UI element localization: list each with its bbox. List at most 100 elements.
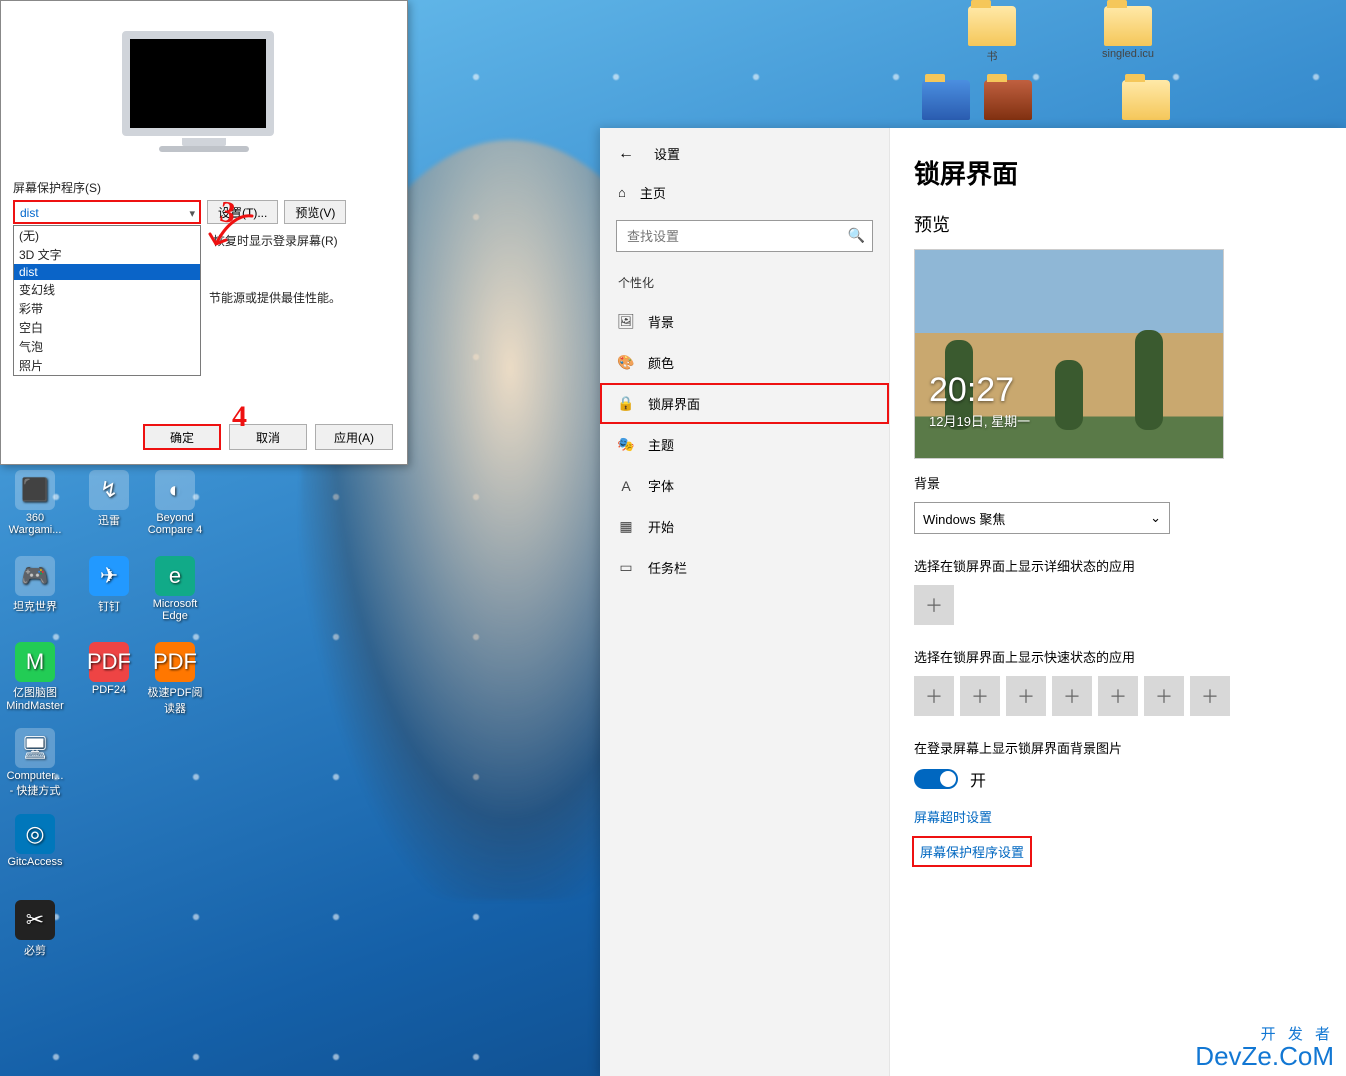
desktop-icon[interactable]: 🖥Computer... - 快捷方式 bbox=[4, 728, 66, 798]
app-icon: ◐ bbox=[155, 470, 195, 510]
settings-search[interactable]: 🔍 bbox=[616, 220, 873, 252]
desktop-icon-winrar[interactable] bbox=[972, 80, 1044, 122]
detail-app-label: 选择在锁屏界面上显示详细状态的应用 bbox=[914, 556, 1322, 575]
toggle-state: 开 bbox=[970, 767, 986, 791]
dropdown-option[interactable]: 照片 bbox=[14, 356, 200, 375]
folder-label: singled.icu bbox=[1092, 48, 1164, 60]
apply-button[interactable]: 应用(A) bbox=[315, 424, 393, 450]
theme-icon: 🎭 bbox=[618, 437, 634, 453]
archive-icon bbox=[984, 80, 1032, 120]
screensaver-section-label: 屏幕保护程序(S) bbox=[13, 179, 395, 196]
add-quick-app-button[interactable]: ＋ bbox=[1052, 676, 1092, 716]
screensaver-settings-link[interactable]: 屏幕保护程序设置 bbox=[914, 838, 1030, 865]
login-bg-toggle[interactable] bbox=[914, 769, 958, 789]
desktop-icon[interactable]: ✂必剪 bbox=[4, 900, 66, 958]
dropdown-option[interactable]: (无) bbox=[14, 226, 200, 245]
add-quick-app-button[interactable]: ＋ bbox=[1006, 676, 1046, 716]
desktop-folder-books[interactable]: 书 bbox=[956, 6, 1028, 64]
nav-fonts[interactable]: A字体 bbox=[600, 465, 889, 506]
picture-icon: 🖼 bbox=[618, 314, 634, 330]
monitor-preview bbox=[122, 31, 287, 161]
home-label: 主页 bbox=[640, 183, 666, 202]
background-label: 背景 bbox=[914, 473, 1322, 492]
desktop-icon[interactable]: ✈钉钉 bbox=[78, 556, 140, 614]
home-nav[interactable]: ⌂ 主页 bbox=[600, 173, 889, 212]
edge-icon: e bbox=[155, 556, 195, 596]
pdf-icon: PDF bbox=[155, 642, 195, 682]
start-icon: ▦ bbox=[618, 519, 634, 535]
ok-button[interactable]: 确定 bbox=[143, 424, 221, 450]
page-title: 锁屏界面 bbox=[914, 154, 1322, 191]
nav-start[interactable]: ▦开始 bbox=[600, 506, 889, 547]
desktop-icon[interactable]: PDFPDF24 bbox=[78, 642, 140, 696]
dropdown-option[interactable]: 气泡 bbox=[14, 337, 200, 356]
settings-nav: ← 设置 ⌂ 主页 🔍 个性化 🖼背景 🎨颜色 🔒锁屏界面 🎭主题 A字体 ▦开… bbox=[600, 128, 890, 1076]
add-quick-app-button[interactable]: ＋ bbox=[1190, 676, 1230, 716]
login-bg-label: 在登录屏幕上显示锁屏界面背景图片 bbox=[914, 738, 1322, 757]
settings-main: 锁屏界面 预览 20:27 12月19日, 星期一 背景 Windows 聚焦 … bbox=[890, 128, 1346, 1076]
app-icon: ◎ bbox=[15, 814, 55, 854]
desktop-icon[interactable]: PDF极速PDF阅读器 bbox=[144, 642, 206, 716]
nav-taskbar[interactable]: ▭任务栏 bbox=[600, 547, 889, 588]
nav-themes[interactable]: 🎭主题 bbox=[600, 424, 889, 465]
app-icon: ↯ bbox=[89, 470, 129, 510]
desktop-icon[interactable]: ⬛360 Wargami... bbox=[4, 470, 66, 536]
folder-icon bbox=[1122, 80, 1170, 120]
folder-label: 书 bbox=[956, 48, 1028, 64]
add-quick-app-button[interactable]: ＋ bbox=[1144, 676, 1184, 716]
nav-lockscreen[interactable]: 🔒锁屏界面 bbox=[600, 383, 889, 424]
annotation-4: 4 bbox=[232, 400, 247, 434]
monitor-screen bbox=[122, 31, 274, 136]
watermark: 开 发 者 DevZe.CoM bbox=[1195, 1027, 1334, 1070]
preview-time: 20:27 bbox=[929, 371, 1014, 410]
folder-icon bbox=[968, 6, 1016, 46]
dropdown-option-selected[interactable]: dist bbox=[14, 264, 200, 280]
background-value: Windows 聚焦 bbox=[923, 509, 1005, 528]
preview-date: 12月19日, 星期一 bbox=[929, 411, 1030, 430]
search-icon: 🔍 bbox=[848, 227, 865, 244]
app-icon: ✂ bbox=[15, 900, 55, 940]
dropdown-option[interactable]: 空白 bbox=[14, 318, 200, 337]
app-icon: ⬛ bbox=[15, 470, 55, 510]
desktop-icon[interactable]: ◐Beyond Compare 4 bbox=[144, 470, 206, 536]
quick-app-label: 选择在锁屏界面上显示快速状态的应用 bbox=[914, 647, 1322, 666]
settings-window: ← 设置 ⌂ 主页 🔍 个性化 🖼背景 🎨颜色 🔒锁屏界面 🎭主题 A字体 ▦开… bbox=[600, 128, 1346, 1076]
add-quick-app-button[interactable]: ＋ bbox=[914, 676, 954, 716]
dropdown-option[interactable]: 变幻线 bbox=[14, 280, 200, 299]
timeout-link[interactable]: 屏幕超时设置 bbox=[914, 807, 1322, 826]
desktop-folder-generic[interactable] bbox=[1110, 80, 1182, 122]
search-input[interactable] bbox=[616, 220, 873, 252]
desktop-icon[interactable]: ↯迅雷 bbox=[78, 470, 140, 528]
app-icon: ✈ bbox=[89, 556, 129, 596]
lock-icon: 🔒 bbox=[618, 396, 634, 412]
nav-background[interactable]: 🖼背景 bbox=[600, 301, 889, 342]
desktop-icon[interactable]: eMicrosoft Edge bbox=[144, 556, 206, 622]
annotation-arrow-icon bbox=[200, 210, 270, 260]
dropdown-option[interactable]: 3D 文字 bbox=[14, 245, 200, 264]
lockscreen-preview: 20:27 12月19日, 星期一 bbox=[914, 249, 1224, 459]
screensaver-preview-button[interactable]: 预览(V) bbox=[284, 200, 346, 224]
back-button[interactable]: ← bbox=[618, 145, 634, 163]
background-select[interactable]: Windows 聚焦 ⌄ bbox=[914, 502, 1170, 534]
cactus-icon bbox=[1135, 330, 1163, 430]
pdf-icon: PDF bbox=[89, 642, 129, 682]
add-detail-app-button[interactable]: ＋ bbox=[914, 585, 954, 625]
nav-category: 个性化 bbox=[600, 270, 889, 301]
screensaver-dropdown[interactable]: dist bbox=[13, 200, 201, 224]
desktop-icon[interactable]: 🎮坦克世界 bbox=[4, 556, 66, 614]
nav-colors[interactable]: 🎨颜色 bbox=[600, 342, 889, 383]
font-icon: A bbox=[618, 478, 634, 494]
app-icon: M bbox=[15, 642, 55, 682]
desktop-folder-singled[interactable]: singled.icu bbox=[1092, 6, 1164, 60]
cactus-icon bbox=[1055, 360, 1083, 430]
app-icon: 🖥 bbox=[15, 728, 55, 768]
add-quick-app-button[interactable]: ＋ bbox=[960, 676, 1000, 716]
folder-icon bbox=[1104, 6, 1152, 46]
app-icon: 🎮 bbox=[15, 556, 55, 596]
dropdown-option[interactable]: 彩带 bbox=[14, 299, 200, 318]
palette-icon: 🎨 bbox=[618, 355, 634, 371]
doc-icon bbox=[922, 80, 970, 120]
desktop-icon[interactable]: ◎GitcAccess bbox=[4, 814, 66, 868]
desktop-icon[interactable]: M亿图脑图 MindMaster bbox=[4, 642, 66, 712]
add-quick-app-button[interactable]: ＋ bbox=[1098, 676, 1138, 716]
